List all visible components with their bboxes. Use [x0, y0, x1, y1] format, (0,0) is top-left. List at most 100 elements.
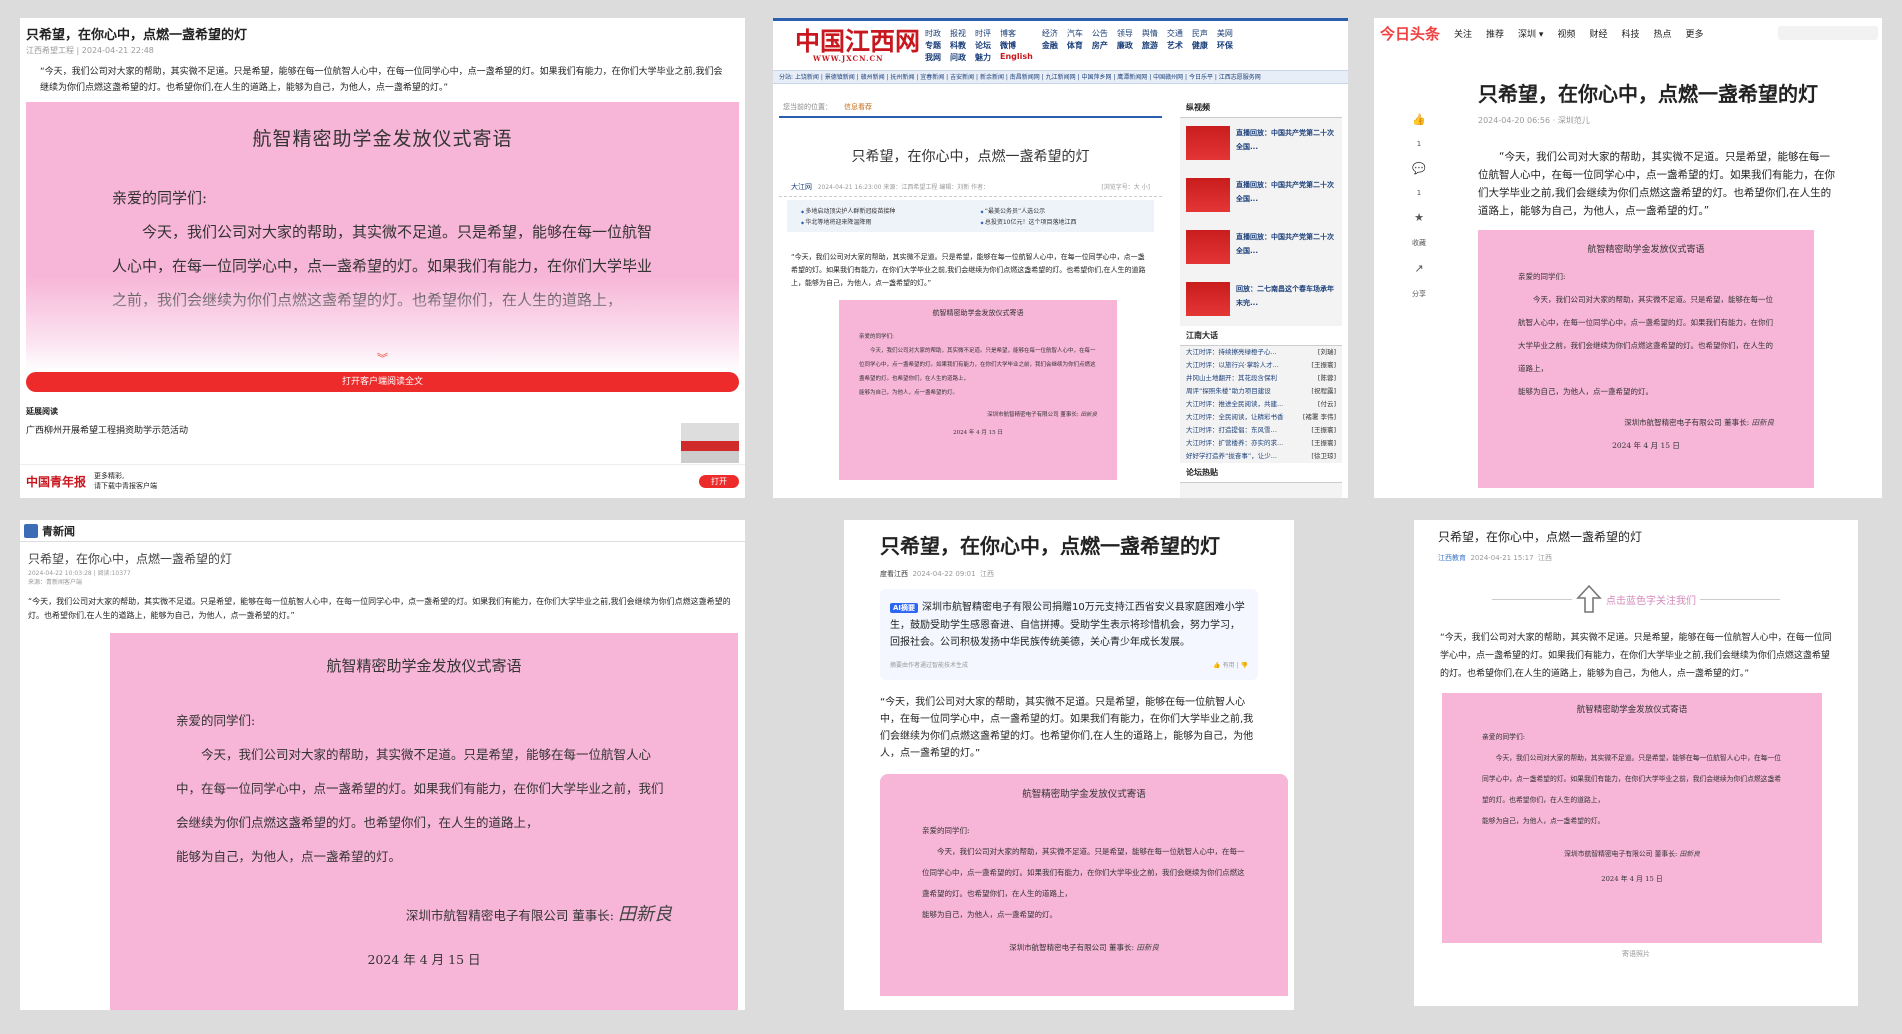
- top-nav-item[interactable]: 视频: [1557, 27, 1575, 40]
- letter-image: 航智精密助学金发放仪式寄语 亲爱的同学们: 今天，我们公司对大家的帮助，其实微不…: [110, 633, 738, 1010]
- intro-quote: “今天，我们公司对大家的帮助，其实微不足道。只是希望，能够在每一位航智人心中，在…: [880, 697, 1254, 759]
- site-logo[interactable]: 中国江西网 WWW.JXCN.CN: [795, 27, 925, 63]
- talk-title: 大江时评：以旅行兴·掌聆人才...: [1186, 361, 1279, 369]
- nav-item[interactable]: 舆情: [1142, 28, 1158, 39]
- subsite-nav[interactable]: 分站: 上饶新闻 | 景德镇新闻 | 赣州新闻 | 抚州新闻 | 宜春新闻 | …: [773, 70, 1348, 84]
- chevron-down-icon[interactable]: ︾: [377, 353, 389, 364]
- source-site[interactable]: 大江网: [791, 183, 812, 191]
- site-logo-icon: [24, 523, 38, 538]
- video-item[interactable]: 回放：二七南昌这个春车场承年末完...: [1180, 274, 1342, 326]
- top-nav-item[interactable]: 财经: [1589, 27, 1607, 40]
- nav-item[interactable]: 旅游: [1142, 40, 1158, 51]
- follow-banner[interactable]: 点击蓝色字关注我们: [1414, 583, 1858, 615]
- talk-title: 好好学打造养“拢奋事”，让少...: [1186, 452, 1277, 460]
- nav-item[interactable]: 时评: [975, 28, 991, 39]
- letter-signoff: 深圳市航智精密电子有限公司 董事长: 田新良: [1478, 411, 1814, 434]
- nav-item[interactable]: 专题: [925, 40, 941, 51]
- nav-item[interactable]: 报视: [950, 28, 966, 39]
- related-thumbnail: [681, 423, 739, 463]
- letter-salutation: 亲爱的同学们:: [859, 334, 894, 340]
- video-thumbnail: [1186, 126, 1230, 160]
- related-article[interactable]: 广西柳州开展希望工程捐资助学示范活动: [20, 417, 745, 465]
- talk-item[interactable]: 大江时评：以旅行兴·掌聆人才... [王振寰]: [1180, 359, 1342, 372]
- like-button[interactable]: 👍 1: [1406, 113, 1432, 148]
- talk-title: 大江时评：打造提倡：东风雪…: [1186, 426, 1277, 434]
- nav-item[interactable]: 魅力: [975, 52, 991, 63]
- source[interactable]: 江西教育: [1438, 554, 1466, 562]
- share-button[interactable]: ↗ 分享: [1406, 262, 1432, 299]
- related-link[interactable]: 多地启动顶尖护人群新冠疫苗接种: [801, 206, 961, 215]
- nav-item[interactable]: 公告: [1092, 28, 1108, 39]
- nav-item[interactable]: 健康: [1192, 40, 1208, 51]
- open-app-button[interactable]: 打开客户端阅读全文: [26, 372, 739, 392]
- nav-item[interactable]: 美网: [1217, 28, 1233, 39]
- site-name[interactable]: 青新闻: [42, 523, 75, 539]
- nav-item[interactable]: 环保: [1217, 40, 1233, 51]
- nav-item[interactable]: 博客: [1000, 28, 1033, 39]
- related-link[interactable]: “最美公务员”人选公示: [981, 206, 1141, 215]
- nav-item[interactable]: 时政: [925, 28, 941, 39]
- letter-body: 今天，我们公司对大家的帮助，其实微不足道。只是希望，能够在每一位航智人心中，在每…: [176, 747, 664, 830]
- top-nav-item[interactable]: 深圳 ▾: [1518, 27, 1543, 40]
- nav-item[interactable]: 交通: [1167, 28, 1183, 39]
- talk-title: 大江时评：扩营楼养：亦实的求...: [1186, 439, 1284, 447]
- nav-item[interactable]: 问政: [950, 52, 966, 63]
- divider: [1492, 598, 1572, 600]
- top-nav-item[interactable]: 热点: [1653, 27, 1671, 40]
- video-item[interactable]: 直播回放：中国共产党第二十次全国...: [1180, 222, 1342, 274]
- nav-item[interactable]: English: [1000, 52, 1033, 63]
- article-meta-2: 来源：青新闻客户端: [28, 579, 83, 586]
- video-item[interactable]: 直播回放：中国共产党第二十次全国...: [1180, 118, 1342, 170]
- nav-item[interactable]: 经济: [1042, 28, 1058, 39]
- talk-item[interactable]: 周评“探照朱楼”助力项目建设 [祝程露]: [1180, 385, 1342, 398]
- top-nav-item[interactable]: 科技: [1621, 27, 1639, 40]
- talk-item[interactable]: 大江时评：推进全民阅读，共建... [付云]: [1180, 398, 1342, 411]
- open-button[interactable]: 打开: [699, 474, 739, 488]
- nav-item[interactable]: 房产: [1092, 40, 1108, 51]
- related-link[interactable]: 华北等地将迎来降温降雨: [801, 217, 961, 226]
- video-item[interactable]: 直播回放：中国共产党第二十次全国...: [1180, 170, 1342, 222]
- font-size-control[interactable]: [浏览字号：大 小]: [1101, 182, 1150, 192]
- top-nav-item[interactable]: 推荐: [1486, 27, 1504, 40]
- letter-body: 今天，我们公司对大家的帮助，其实微不足道。只是希望，能够在每一位航智人心中，在每…: [1482, 754, 1782, 804]
- breadcrumb-link[interactable]: 信息看荐: [844, 102, 872, 112]
- date: 2024-04-21 15:17: [1470, 554, 1534, 562]
- share-icon: ↗: [1414, 262, 1424, 275]
- top-nav-item[interactable]: 更多: [1686, 27, 1704, 40]
- letter-image: 航智精密助学金发放仪式寄语 亲爱的同学们: 今天，我们公司对大家的帮助，其实微不…: [26, 102, 739, 372]
- comment-count: 1: [1416, 189, 1422, 197]
- search-input[interactable]: [1778, 26, 1878, 40]
- talk-item[interactable]: 井冈山土地翻开：其花段含保利 [陈蓉]: [1180, 372, 1342, 385]
- favorite-button[interactable]: ★ 收藏: [1406, 211, 1432, 248]
- talk-item[interactable]: 好好学打造养“拢奋事”，让少... [徐卫琼]: [1180, 450, 1342, 463]
- useful-button[interactable]: 👍 有用 | 👎: [1213, 657, 1248, 674]
- talk-item[interactable]: 大江时评：打造提倡：东风雪… [王振寰]: [1180, 424, 1342, 437]
- talk-item[interactable]: 大江时评：全民阅读，让精彩书香 [褚署 李伟]: [1180, 411, 1342, 424]
- nav-item[interactable]: 我网: [925, 52, 941, 63]
- talk-author: [褚署 李伟]: [1302, 413, 1336, 421]
- logo-text: 中国江西网: [795, 27, 921, 56]
- talk-item[interactable]: 大江时评：持续擦亮绿橙子心... [刘瑞]: [1180, 346, 1342, 359]
- letter-image: 航智精密助学金发放仪式寄语 亲爱的同学们: 今天，我们公司对大家的帮助，其实微不…: [1478, 230, 1814, 488]
- nav-item[interactable]: 领导: [1117, 28, 1133, 39]
- nav-item[interactable]: 汽车: [1067, 28, 1083, 39]
- talk-item[interactable]: 大江时评：扩营楼养：亦实的求... [王振寰]: [1180, 437, 1342, 450]
- nav-item[interactable]: 金融: [1042, 40, 1058, 51]
- nav-item[interactable]: 廉政: [1117, 40, 1133, 51]
- nav-item[interactable]: 民声: [1192, 28, 1208, 39]
- useful-label: 有用: [1222, 662, 1235, 669]
- divider: [1700, 598, 1780, 600]
- sidebar-video-heading: 纵视频: [1180, 98, 1342, 118]
- nav-item[interactable]: 微博: [1000, 40, 1033, 51]
- favorite-count: 收藏: [1412, 239, 1426, 247]
- nav-item[interactable]: 艺术: [1167, 40, 1183, 51]
- related-link[interactable]: 总投资10亿元！这个项目落地江西: [981, 217, 1141, 226]
- site-logo[interactable]: 今日头条: [1380, 23, 1440, 44]
- source[interactable]: 度看江西: [880, 570, 908, 578]
- nav-item[interactable]: 体育: [1067, 40, 1083, 51]
- letter-body-2: 能够为自己，为他人，点一盏希望的灯。: [1518, 387, 1653, 396]
- nav-item[interactable]: 论坛: [975, 40, 991, 51]
- top-nav-item[interactable]: 关注: [1454, 27, 1472, 40]
- nav-item[interactable]: 科教: [950, 40, 966, 51]
- comment-button[interactable]: 💬 1: [1406, 162, 1432, 197]
